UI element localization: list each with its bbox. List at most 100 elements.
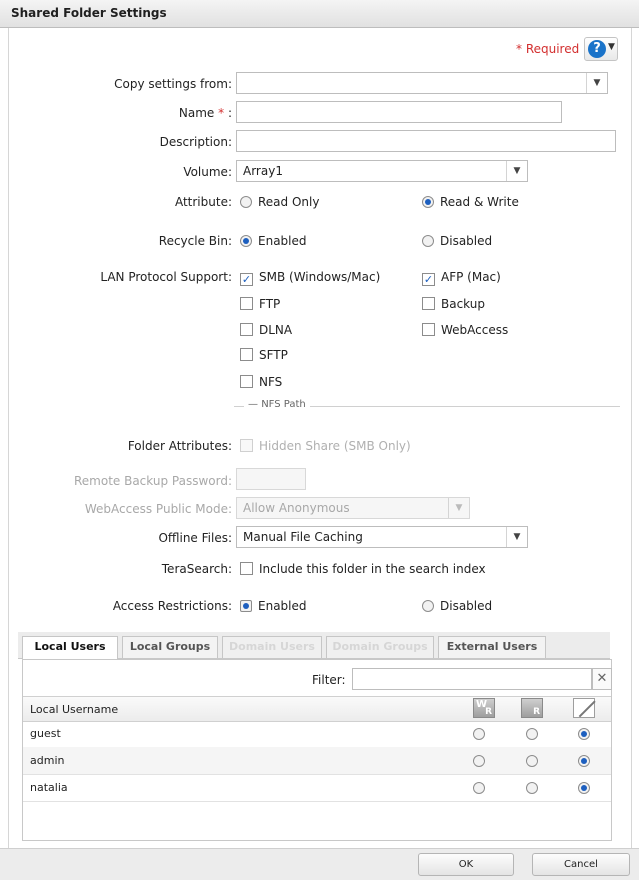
attribute-read-only-radio[interactable]: [240, 196, 252, 208]
question-circle-icon: ?: [588, 40, 606, 58]
smb-checkbox[interactable]: ✓: [240, 273, 253, 286]
dlna-option[interactable]: DLNA: [240, 323, 292, 337]
username-cell: admin: [30, 754, 65, 767]
tab-local-users[interactable]: Local Users: [22, 636, 118, 659]
sftp-option[interactable]: SFTP: [240, 348, 288, 362]
tab-external-users[interactable]: External Users: [438, 636, 546, 658]
slash-icon: [578, 700, 596, 718]
access-disabled-radio[interactable]: [422, 600, 434, 612]
read-only-radio[interactable]: [526, 782, 538, 794]
attribute-read-write-option[interactable]: Read & Write: [422, 195, 519, 209]
terasearch-checkbox[interactable]: [240, 562, 253, 575]
cancel-button[interactable]: Cancel: [532, 853, 630, 876]
smb-option[interactable]: ✓ SMB (Windows/Mac): [240, 270, 380, 286]
required-star: *: [218, 106, 225, 120]
attribute-read-write-radio[interactable]: [422, 196, 434, 208]
dlna-text: DLNA: [259, 323, 293, 337]
chevron-down-icon: ▼: [506, 527, 527, 547]
lan-protocol-label: LAN Protocol Support:: [100, 270, 232, 284]
hidden-share-option[interactable]: Hidden Share (SMB Only): [240, 439, 411, 453]
backup-checkbox[interactable]: [422, 297, 435, 310]
access-enabled-option[interactable]: Enabled: [240, 599, 307, 613]
afp-checkbox[interactable]: ✓: [422, 273, 435, 286]
read-write-radio[interactable]: [473, 728, 485, 740]
terasearch-label: TeraSearch:: [161, 562, 232, 576]
username-cell: guest: [30, 727, 61, 740]
recycle-disabled-text: Disabled: [440, 234, 493, 248]
nfs-option[interactable]: NFS: [240, 375, 282, 389]
offline-files-label: Offline Files:: [158, 531, 232, 545]
dialog-titlebar: Shared Folder Settings: [0, 0, 639, 28]
name-input[interactable]: [236, 101, 562, 123]
perm-r-text: R: [533, 707, 540, 717]
nfs-path-legend: — NFS Path: [244, 399, 310, 410]
table-row[interactable]: natalia: [23, 774, 611, 802]
sftp-text: SFTP: [259, 348, 288, 362]
no-access-radio[interactable]: [578, 782, 590, 794]
tab-domain-groups[interactable]: Domain Groups: [326, 636, 434, 658]
folder-attributes-label: Folder Attributes:: [127, 439, 232, 453]
read-only-radio[interactable]: [526, 728, 538, 740]
recycle-disabled-option[interactable]: Disabled: [422, 234, 492, 248]
tab-local-groups[interactable]: Local Groups: [122, 636, 218, 658]
required-note: * Required: [516, 42, 580, 56]
chevron-down-icon: ▼: [448, 498, 469, 518]
no-access-radio[interactable]: [578, 728, 590, 740]
read-write-permission-icon: WR: [473, 698, 495, 718]
table-row[interactable]: admin: [23, 747, 611, 775]
no-access-permission-icon: [573, 698, 596, 718]
ftp-option[interactable]: FTP: [240, 297, 280, 311]
local-username-header[interactable]: Local Username: [30, 703, 118, 716]
attribute-label: Attribute:: [174, 195, 232, 209]
ok-button[interactable]: OK: [418, 853, 514, 876]
nfs-text: NFS: [259, 375, 283, 389]
help-button[interactable]: ? ▼: [584, 37, 618, 61]
attribute-read-only-option[interactable]: Read Only: [240, 195, 319, 209]
nfs-checkbox[interactable]: [240, 375, 253, 388]
volume-label: Volume:: [183, 165, 232, 179]
read-only-permission-icon: R: [521, 698, 543, 718]
ftp-checkbox[interactable]: [240, 297, 253, 310]
afp-option[interactable]: ✓ AFP (Mac): [422, 270, 501, 286]
filter-label: Filter:: [312, 673, 346, 687]
username-cell: natalia: [30, 781, 68, 794]
read-only-radio[interactable]: [526, 755, 538, 767]
no-access-radio[interactable]: [578, 755, 590, 767]
chevron-down-icon: ▼: [608, 42, 615, 52]
afp-text: AFP (Mac): [441, 270, 501, 284]
access-enabled-radio[interactable]: [240, 600, 252, 612]
recycle-enabled-option[interactable]: Enabled: [240, 234, 307, 248]
read-write-radio[interactable]: [473, 755, 485, 767]
tab-domain-users[interactable]: Domain Users: [222, 636, 322, 658]
name-label-colon: :: [227, 106, 232, 120]
attribute-read-only-text: Read Only: [258, 195, 320, 209]
recycle-bin-label: Recycle Bin:: [158, 234, 232, 248]
dialog-title: Shared Folder Settings: [11, 6, 167, 20]
table-row[interactable]: guest: [23, 720, 611, 748]
dlna-checkbox[interactable]: [240, 323, 253, 336]
offline-files-select[interactable]: Manual File Caching ▼: [236, 526, 528, 548]
terasearch-text: Include this folder in the search index: [259, 562, 486, 576]
sftp-checkbox[interactable]: [240, 348, 253, 361]
description-label: Description:: [159, 135, 232, 149]
volume-select[interactable]: Array1 ▼: [236, 160, 528, 182]
access-restrictions-label: Access Restrictions:: [112, 599, 232, 613]
webaccess-checkbox[interactable]: [422, 323, 435, 336]
webaccess-option[interactable]: WebAccess: [422, 323, 508, 337]
terasearch-option[interactable]: Include this folder in the search index: [240, 562, 486, 576]
copy-from-label: Copy settings from:: [114, 77, 232, 91]
offline-files-value: Manual File Caching: [243, 530, 363, 544]
hidden-share-text: Hidden Share (SMB Only): [259, 439, 411, 453]
backup-option[interactable]: Backup: [422, 297, 485, 311]
read-write-radio[interactable]: [473, 782, 485, 794]
filter-input[interactable]: [352, 668, 592, 690]
copy-from-select[interactable]: ▼: [236, 72, 608, 94]
clear-filter-button[interactable]: ✕: [592, 668, 612, 690]
description-input[interactable]: [236, 130, 616, 152]
access-disabled-option[interactable]: Disabled: [422, 599, 492, 613]
hidden-share-checkbox[interactable]: [240, 439, 253, 452]
recycle-disabled-radio[interactable]: [422, 235, 434, 247]
recycle-enabled-radio[interactable]: [240, 235, 252, 247]
webaccess-public-mode-select[interactable]: Allow Anonymous ▼: [236, 497, 470, 519]
remote-backup-password-input[interactable]: [236, 468, 306, 490]
